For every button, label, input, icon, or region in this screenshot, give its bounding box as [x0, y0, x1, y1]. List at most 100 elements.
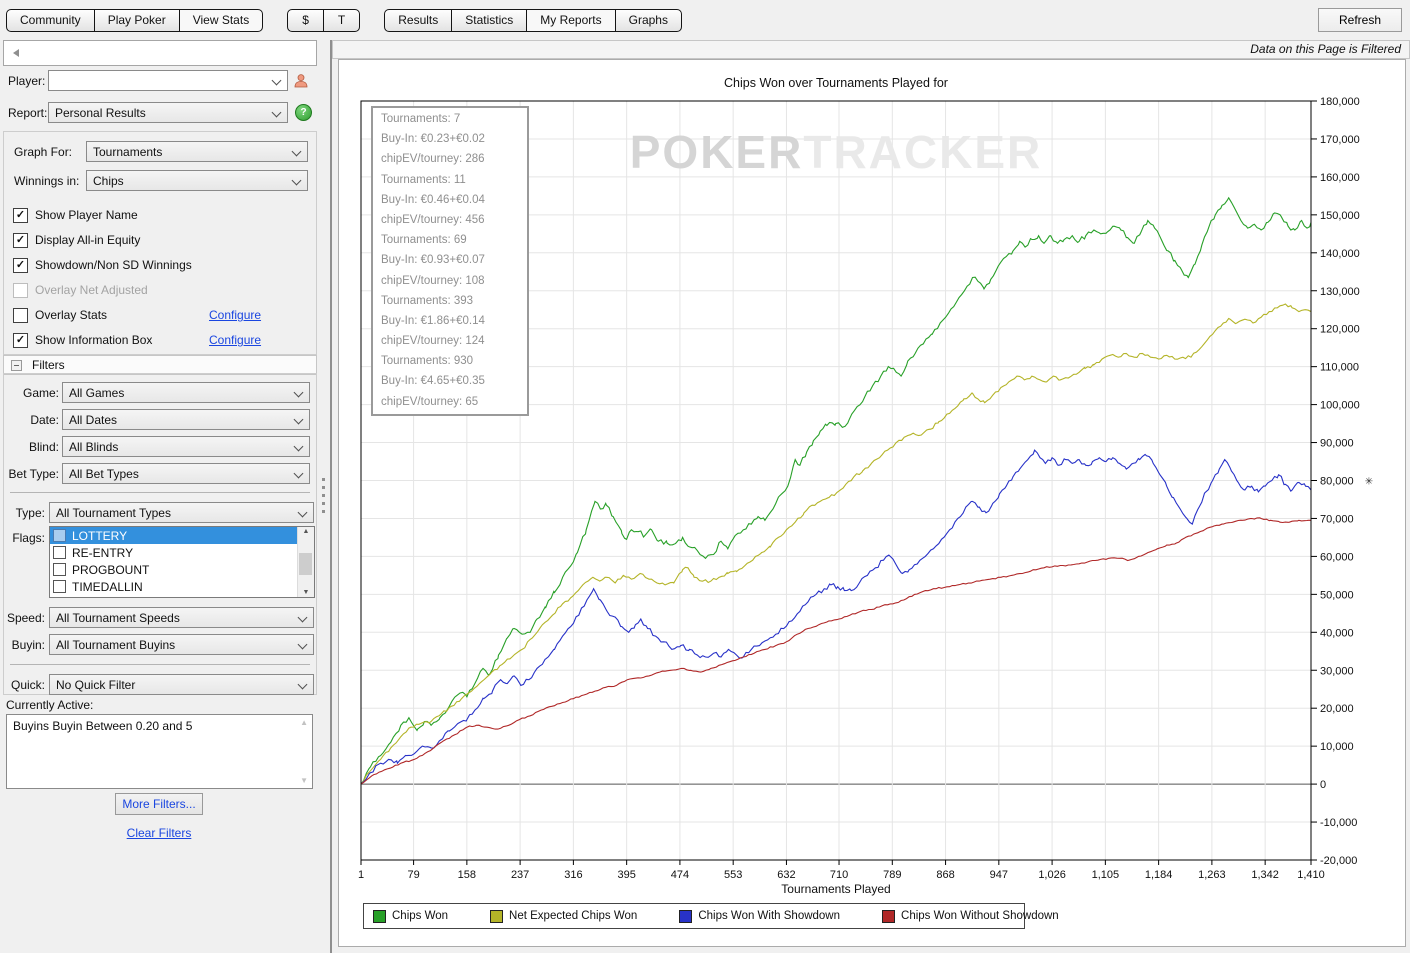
watermark: POKERTRACKER — [630, 126, 1042, 178]
game-label: Game: — [22, 386, 59, 400]
winnings-in-value: Chips — [93, 173, 124, 188]
flag-row-timedallin[interactable]: TIMEDALLIN — [50, 578, 314, 595]
pane-splitter[interactable] — [318, 40, 332, 953]
tab-button-statistics[interactable]: Statistics — [451, 8, 528, 32]
tab-button-my-reports[interactable]: My Reports — [526, 8, 616, 32]
chevron-down-icon — [291, 146, 302, 157]
info-line: Buy-In: €0.46+€0.04 — [381, 193, 485, 206]
flag-row-progbount[interactable]: PROGBOUNT — [50, 561, 314, 578]
checkbox-overlay-stats[interactable] — [13, 307, 28, 323]
currently-active-label: Currently Active: — [6, 698, 94, 712]
filters-header[interactable]: Filters — [3, 355, 317, 375]
collapse-left-icon[interactable] — [13, 49, 19, 57]
chevron-down-icon — [297, 507, 308, 518]
separator — [10, 492, 310, 493]
info-line: chipEV/tourney: 286 — [381, 153, 485, 166]
sidebar-collapse-bar[interactable] — [3, 40, 317, 66]
player-label: Player: — [8, 74, 46, 88]
scroll-down-icon[interactable]: ▼ — [298, 589, 314, 596]
winnings-in-label: Winnings in: — [14, 174, 80, 188]
svg-text:180,000: 180,000 — [1320, 96, 1360, 108]
checkbox-label: Overlay Net Adjusted — [35, 283, 148, 297]
svg-text:553: 553 — [724, 869, 742, 881]
chevron-down-icon — [293, 441, 304, 452]
scroll-up-icon[interactable]: ▲ — [298, 528, 314, 535]
info-line: Tournaments: 393 — [381, 294, 474, 307]
player-combobox[interactable] — [48, 70, 288, 91]
clear-filters-link[interactable]: Clear Filters — [127, 826, 192, 840]
buyin-filter-combobox[interactable]: All Tournament Buyins — [49, 634, 314, 655]
filters-header-label: Filters — [32, 358, 65, 372]
checkbox-row-show-information-box: ✓ Show Information Box Configure — [13, 332, 308, 348]
flag-row-re-entry[interactable]: RE-ENTRY — [50, 544, 314, 561]
tab-button-graphs[interactable]: Graphs — [614, 8, 682, 32]
report-combobox[interactable]: Personal Results — [48, 102, 288, 123]
flag-checkbox[interactable] — [53, 529, 66, 542]
tab-button-results[interactable]: Results — [384, 8, 453, 32]
checkbox-showdown-non-sd-winnings[interactable]: ✓ — [13, 257, 28, 273]
configure-link[interactable]: Configure — [209, 333, 261, 347]
blind-filter-combobox[interactable]: All Blinds — [62, 436, 310, 457]
speed-label: Speed: — [6, 611, 45, 625]
svg-text:316: 316 — [564, 869, 582, 881]
flags-scrollbar[interactable]: ▲ ▼ — [297, 527, 314, 597]
checkbox-show-information-box[interactable]: ✓ — [13, 332, 28, 348]
more-filters-button[interactable]: More Filters... — [115, 793, 203, 815]
series-line-chips-won-with-showdown — [360, 449, 1312, 785]
svg-text:947: 947 — [990, 869, 1008, 881]
help-icon[interactable]: ? — [295, 104, 312, 121]
refresh-button[interactable]: Refresh — [1318, 8, 1402, 32]
svg-text:70,000: 70,000 — [1320, 513, 1354, 525]
svg-text:120,000: 120,000 — [1320, 324, 1360, 336]
filter-notice-bar: Data on this Page is Filtered — [332, 40, 1410, 59]
legend-item: Net Expected Chips Won — [490, 909, 637, 923]
svg-text:160,000: 160,000 — [1320, 172, 1360, 184]
chart-panel: POKERTRACKER -20,000 -10,000 0 10,000 20,000 3… — [338, 59, 1406, 947]
bet-type-filter-combobox[interactable]: All Bet Types — [62, 463, 310, 484]
flag-label: RE-ENTRY — [72, 545, 134, 560]
type-filter-value: All Tournament Types — [56, 505, 171, 520]
x-axis-title: Tournaments Played — [781, 882, 890, 896]
toggle-button-t[interactable]: T — [322, 8, 361, 32]
player-person-icon[interactable] — [293, 73, 309, 92]
info-line: Tournaments: 930 — [381, 355, 474, 368]
splitter-grip-icon[interactable] — [322, 478, 325, 518]
flag-label: LOTTERY — [72, 528, 128, 543]
top-toolbar: Community Play Poker View Stats $ T Results… — [0, 0, 1410, 40]
type-filter-combobox[interactable]: All Tournament Types — [49, 502, 314, 523]
flag-checkbox[interactable] — [53, 580, 66, 593]
date-filter-combobox[interactable]: All Dates — [62, 409, 310, 430]
checkbox-show-player-name[interactable]: ✓ — [13, 207, 28, 223]
configure-link[interactable]: Configure — [209, 308, 261, 322]
collapse-minus-icon[interactable] — [11, 360, 22, 371]
bet-type-filter-value: All Bet Types — [69, 466, 139, 481]
checkbox-overlay-net-adjusted — [13, 282, 28, 298]
speed-filter-combobox[interactable]: All Tournament Speeds — [49, 607, 314, 628]
flag-checkbox[interactable] — [53, 546, 66, 559]
svg-text:0: 0 — [1320, 779, 1326, 791]
nav-button-community[interactable]: Community — [6, 8, 95, 32]
type-label: Type: — [15, 506, 45, 520]
scrollbar-thumb[interactable] — [299, 553, 312, 575]
legend-swatch-icon — [490, 909, 504, 923]
active-filter-text: Buyins Buyin Between 0.20 and 5 — [13, 719, 193, 733]
graph-for-combobox[interactable]: Tournaments — [86, 141, 308, 162]
quick-filter-combobox[interactable]: No Quick Filter — [49, 674, 314, 695]
svg-text:237: 237 — [511, 869, 529, 881]
svg-text:1: 1 — [358, 869, 364, 881]
flags-listbox[interactable]: LOTTERY RE-ENTRY PROGBOUNT TIMEDALLIN ▲ ▼ — [49, 526, 315, 598]
chart-info-box: Tournaments: 7 Buy-In: €0.23+€0.02 chipEV/… — [371, 106, 529, 416]
svg-text:140,000: 140,000 — [1320, 248, 1360, 260]
checkbox-display-all-in-equity[interactable]: ✓ — [13, 232, 28, 248]
winnings-in-combobox[interactable]: Chips — [86, 170, 308, 191]
legend-swatch-icon — [882, 909, 896, 923]
svg-text:130,000: 130,000 — [1320, 286, 1360, 298]
flag-checkbox[interactable] — [53, 563, 66, 576]
svg-text:1,026: 1,026 — [1038, 869, 1066, 881]
nav-button-view-stats[interactable]: View Stats — [178, 8, 264, 32]
toggle-button-[interactable]: $ — [287, 8, 324, 32]
game-filter-combobox[interactable]: All Games — [62, 382, 310, 403]
flag-row-lottery[interactable]: LOTTERY — [50, 527, 314, 544]
active-filters-box[interactable]: Buyins Buyin Between 0.20 and 5 ▲ ▼ — [6, 714, 313, 789]
nav-button-play-poker[interactable]: Play Poker — [93, 8, 180, 32]
